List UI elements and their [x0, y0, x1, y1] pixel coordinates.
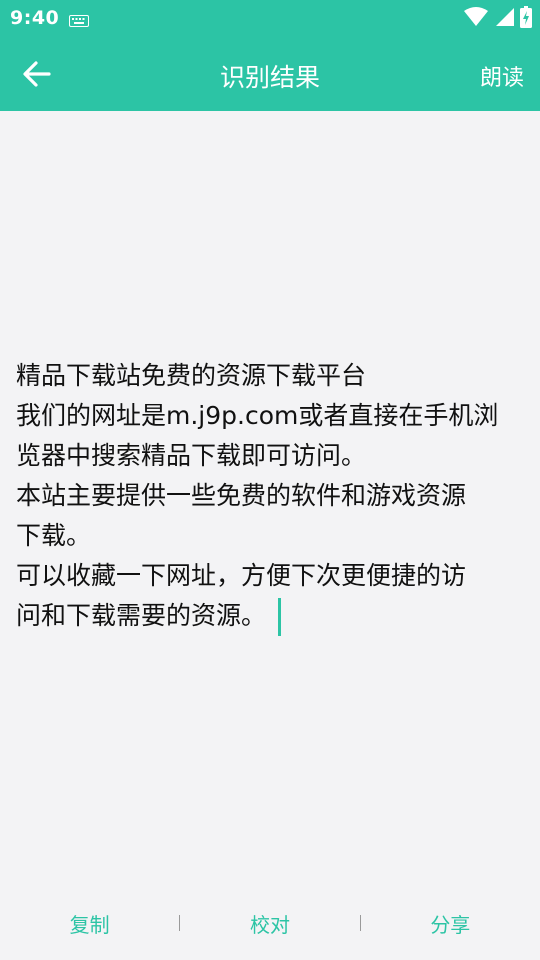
copy-button[interactable]: 复制	[0, 909, 179, 938]
text-line-last: 问和下载需要的资源。	[16, 596, 528, 636]
text-cursor	[278, 598, 282, 636]
text-line: 我们的网址是m.j9p.com或者直接在手机浏	[16, 401, 499, 430]
text-line: 精品下载站免费的资源下载平台	[16, 361, 367, 390]
text-line: 览器中搜索精品下载即可访问。	[16, 441, 367, 470]
proofread-button[interactable]: 校对	[180, 909, 359, 938]
text-line-text: 问和下载需要的资源。	[16, 601, 267, 630]
signal-icon	[494, 7, 514, 31]
text-line: 本站主要提供一些免费的软件和游戏资源	[16, 481, 467, 510]
wifi-icon	[464, 7, 488, 31]
keyboard-icon	[69, 12, 89, 31]
status-time: 9:40	[10, 7, 60, 29]
status-bar: 9:40	[0, 0, 540, 36]
read-aloud-button[interactable]: 朗读	[480, 60, 524, 92]
recognized-text-area[interactable]: 精品下载站免费的资源下载平台 我们的网址是m.j9p.com或者直接在手机浏 览…	[16, 356, 528, 636]
bottom-action-bar: 复制 校对 分享	[0, 900, 540, 946]
text-line: 可以收藏一下网址，方便下次更便捷的访	[16, 561, 467, 590]
page-title: 识别结果	[219, 63, 320, 92]
status-icons	[464, 6, 532, 32]
app-bar: 识别结果 朗读	[0, 36, 540, 111]
battery-icon	[520, 6, 532, 32]
share-button[interactable]: 分享	[361, 909, 540, 938]
text-line: 下载。	[16, 521, 92, 550]
